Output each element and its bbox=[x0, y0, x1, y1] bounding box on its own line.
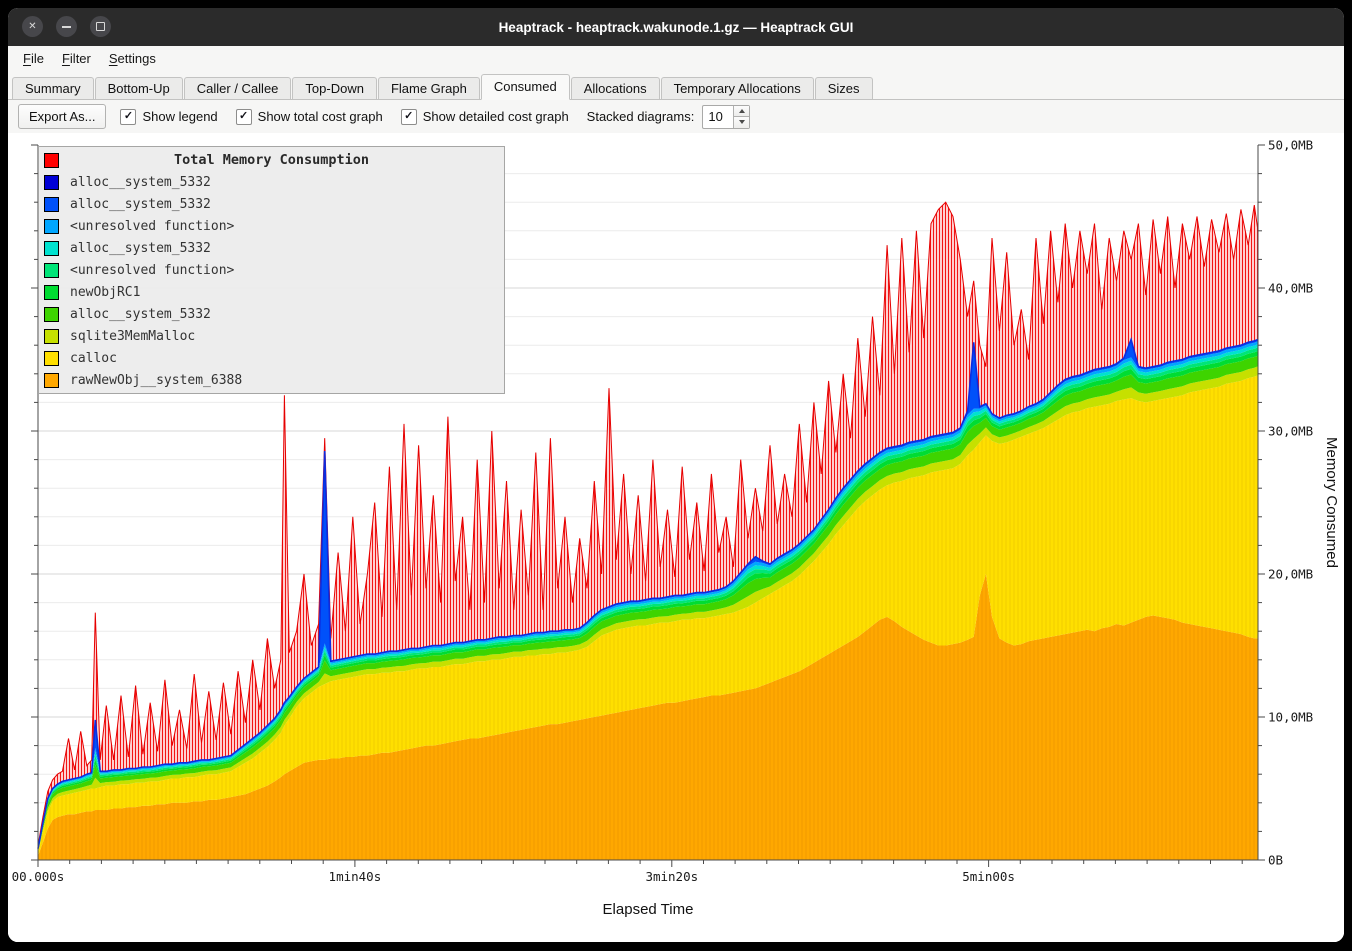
tab-summary[interactable]: Summary bbox=[12, 77, 94, 99]
chart-legend: Total Memory Consumption alloc__system_53… bbox=[38, 146, 505, 394]
maximize-icon bbox=[96, 22, 105, 31]
x-tick-label: 5min00s bbox=[962, 869, 1015, 884]
tab-allocations[interactable]: Allocations bbox=[571, 77, 660, 99]
spin-down-button[interactable] bbox=[733, 116, 749, 128]
checkbox-box[interactable]: ✓ bbox=[236, 109, 252, 125]
chevron-down-icon bbox=[739, 120, 745, 124]
legend-title-row: Total Memory Consumption bbox=[39, 149, 504, 171]
tabbar: SummaryBottom-UpCaller / CalleeTop-DownF… bbox=[8, 71, 1344, 100]
menu-settings[interactable]: Settings bbox=[100, 48, 165, 69]
tab-consumed[interactable]: Consumed bbox=[481, 74, 570, 100]
tab-top-down[interactable]: Top-Down bbox=[292, 77, 377, 99]
checkbox-show-total-cost-graph[interactable]: ✓ Show total cost graph bbox=[236, 109, 383, 125]
checkbox-box[interactable]: ✓ bbox=[401, 109, 417, 125]
legend-label: newObjRC1 bbox=[70, 285, 140, 300]
legend-title: Total Memory Consumption bbox=[70, 152, 473, 168]
legend-item: calloc bbox=[39, 347, 504, 369]
legend-swatch-icon bbox=[44, 175, 59, 190]
spin-up-button[interactable] bbox=[733, 106, 749, 117]
minimize-button[interactable] bbox=[56, 16, 77, 37]
legend-swatch-icon bbox=[44, 153, 59, 168]
y-tick-label: 40,0MB bbox=[1268, 281, 1313, 296]
close-button[interactable]: ✕ bbox=[22, 16, 43, 37]
close-icon: ✕ bbox=[28, 22, 36, 32]
legend-item: <unresolved function> bbox=[39, 259, 504, 281]
tab-caller-callee[interactable]: Caller / Callee bbox=[184, 77, 292, 99]
chart-area: 0B 10,0MB 20,0MB 30,0MB 40,0MB 50,0MB 00.000s 1… bbox=[8, 133, 1344, 942]
checkmark-icon: ✓ bbox=[124, 111, 133, 122]
checkmark-icon: ✓ bbox=[239, 111, 248, 122]
checkbox-box[interactable]: ✓ bbox=[120, 109, 136, 125]
stacked-diagrams-label: Stacked diagrams: bbox=[587, 109, 695, 124]
titlebar[interactable]: ✕ Heaptrack - heaptrack.wakunode.1.gz — … bbox=[8, 8, 1344, 46]
checkbox-show-legend[interactable]: ✓ Show legend bbox=[120, 109, 217, 125]
heaptrack-window: ✕ Heaptrack - heaptrack.wakunode.1.gz — … bbox=[8, 8, 1344, 942]
legend-item: rawNewObj__system_6388 bbox=[39, 369, 504, 391]
y-tick-label: 0B bbox=[1268, 853, 1283, 868]
legend-swatch-icon bbox=[44, 351, 59, 366]
legend-swatch-icon bbox=[44, 285, 59, 300]
legend-item: <unresolved function> bbox=[39, 215, 504, 237]
legend-item: newObjRC1 bbox=[39, 281, 504, 303]
tab-sizes[interactable]: Sizes bbox=[815, 77, 873, 99]
legend-label: <unresolved function> bbox=[70, 219, 234, 234]
legend-label: alloc__system_5332 bbox=[70, 307, 211, 322]
y-tick-label: 30,0MB bbox=[1268, 424, 1313, 439]
y-tick-label: 50,0MB bbox=[1268, 138, 1313, 153]
legend-swatch-icon bbox=[44, 263, 59, 278]
tab-flame-graph[interactable]: Flame Graph bbox=[378, 77, 480, 99]
checkmark-icon: ✓ bbox=[404, 111, 413, 122]
export-as-button[interactable]: Export As... bbox=[18, 104, 106, 129]
stacked-diagrams-value[interactable]: 10 bbox=[703, 106, 733, 128]
legend-label: sqlite3MemMalloc bbox=[70, 329, 195, 344]
y-tick-label: 10,0MB bbox=[1268, 710, 1313, 725]
y-axis-title: Memory Consumed bbox=[1323, 437, 1340, 568]
legend-item: alloc__system_5332 bbox=[39, 303, 504, 325]
legend-label: alloc__system_5332 bbox=[70, 197, 211, 212]
minimize-icon bbox=[62, 26, 71, 28]
checkbox-label: Show legend bbox=[142, 109, 217, 124]
checkbox-show-detailed-cost-graph[interactable]: ✓ Show detailed cost graph bbox=[401, 109, 569, 125]
toolbar-checkboxes: ✓ Show legend ✓ Show total cost graph ✓ Show … bbox=[120, 109, 568, 125]
legend-item: sqlite3MemMalloc bbox=[39, 325, 504, 347]
legend-swatch-icon bbox=[44, 307, 59, 322]
legend-swatch-icon bbox=[44, 373, 59, 388]
checkbox-label: Show detailed cost graph bbox=[423, 109, 569, 124]
spin-buttons bbox=[733, 106, 749, 128]
legend-label: alloc__system_5332 bbox=[70, 241, 211, 256]
menubar: FileFilterSettings bbox=[8, 46, 1344, 71]
legend-swatch-icon bbox=[44, 241, 59, 256]
menu-file[interactable]: File bbox=[14, 48, 53, 69]
window-title: Heaptrack - heaptrack.wakunode.1.gz — He… bbox=[499, 20, 854, 35]
legend-label: <unresolved function> bbox=[70, 263, 234, 278]
legend-swatch-icon bbox=[44, 219, 59, 234]
legend-item: alloc__system_5332 bbox=[39, 193, 504, 215]
legend-swatch-icon bbox=[44, 197, 59, 212]
legend-swatch-icon bbox=[44, 329, 59, 344]
x-tick-label: 00.000s bbox=[12, 869, 65, 884]
y-tick-label: 20,0MB bbox=[1268, 567, 1313, 582]
toolbar: Export As... ✓ Show legend ✓ Show total cos… bbox=[8, 100, 1344, 133]
maximize-button[interactable] bbox=[90, 16, 111, 37]
chevron-up-icon bbox=[739, 109, 745, 113]
checkbox-label: Show total cost graph bbox=[258, 109, 383, 124]
x-axis-title: Elapsed Time bbox=[603, 901, 694, 918]
x-tick-label: 1min40s bbox=[329, 869, 382, 884]
menu-filter[interactable]: Filter bbox=[53, 48, 100, 69]
stacked-diagrams-spinbox[interactable]: 10 bbox=[702, 105, 750, 129]
legend-label: rawNewObj__system_6388 bbox=[70, 373, 242, 388]
tab-temporary-allocations[interactable]: Temporary Allocations bbox=[661, 77, 814, 99]
window-controls: ✕ bbox=[22, 16, 111, 37]
tab-bottom-up[interactable]: Bottom-Up bbox=[95, 77, 183, 99]
legend-label: calloc bbox=[70, 351, 117, 366]
legend-label: alloc__system_5332 bbox=[70, 175, 211, 190]
x-tick-label: 3min20s bbox=[645, 869, 698, 884]
legend-item: alloc__system_5332 bbox=[39, 237, 504, 259]
legend-item: alloc__system_5332 bbox=[39, 171, 504, 193]
